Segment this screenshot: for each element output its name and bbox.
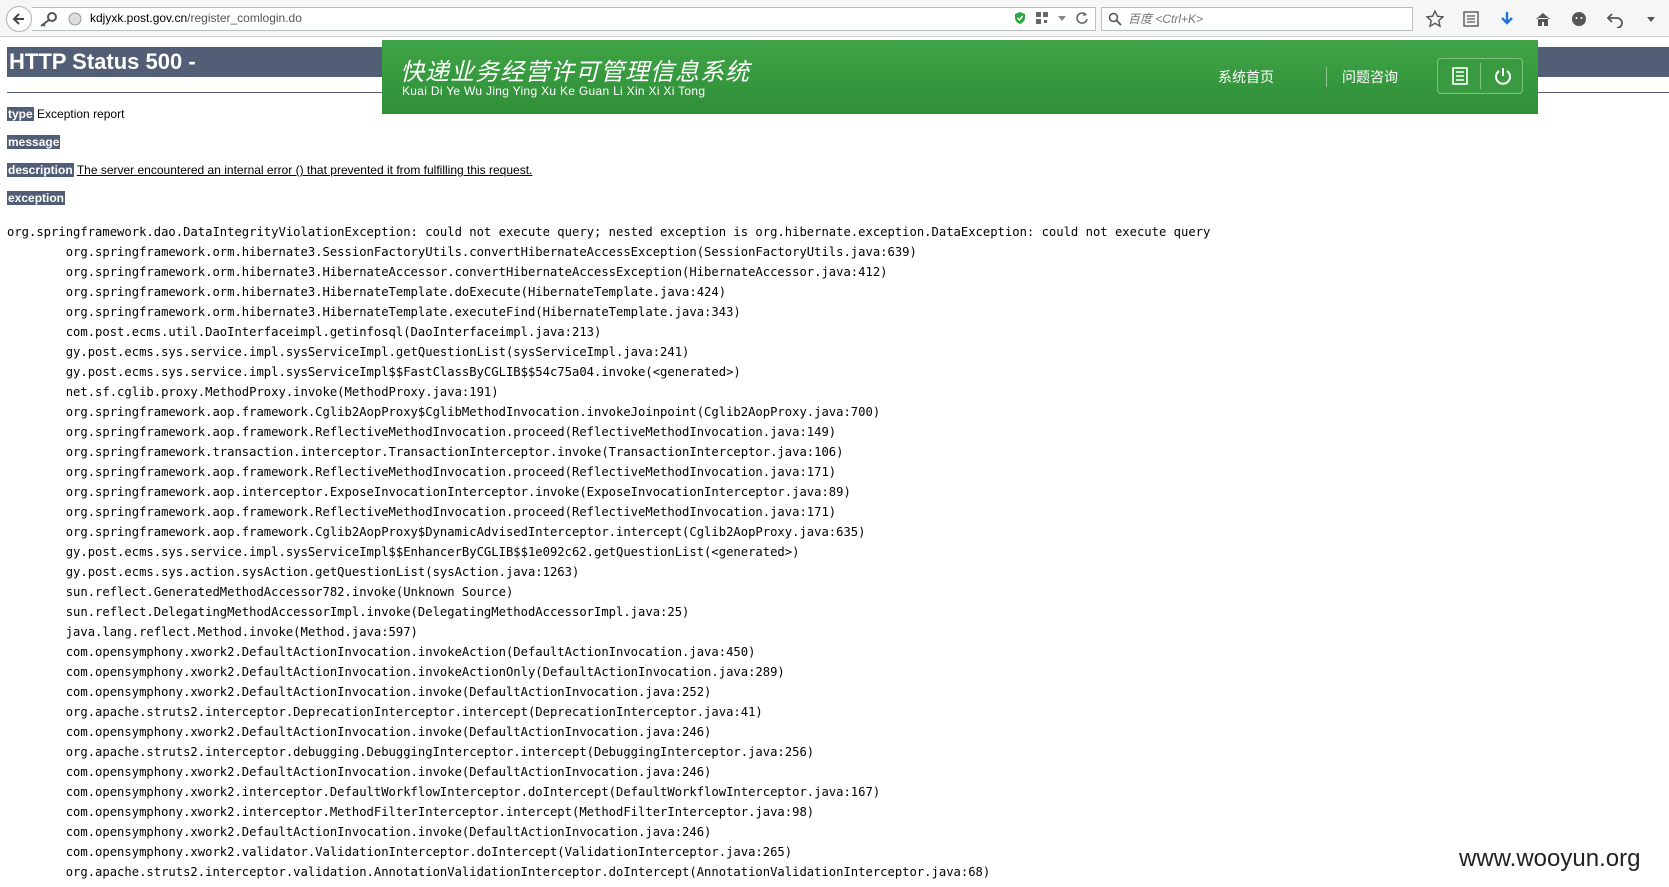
stack-frame-line: org.springframework.aop.framework.Reflec… — [7, 465, 837, 479]
stack-frame-line: org.apache.struts2.interceptor.Deprecati… — [7, 705, 763, 719]
stack-frame-line: org.springframework.orm.hibernate3.Hiber… — [7, 265, 888, 279]
address-bar[interactable]: kdjyxk.post.gov.cn/register_comlogin.do — [32, 7, 1096, 31]
stack-frame-line: com.opensymphony.xwork2.DefaultActionInv… — [7, 685, 712, 699]
stack-frame-line: org.springframework.aop.framework.Cglib2… — [7, 405, 881, 419]
download-icon[interactable] — [1496, 8, 1518, 30]
site-banner: 快递业务经营许可管理信息系统 Kuai Di Ye Wu Jing Ying X… — [382, 40, 1538, 114]
banner-subtitle: Kuai Di Ye Wu Jing Ying Xu Ke Guan Li Xi… — [402, 84, 706, 98]
site-identity-icon[interactable] — [68, 12, 82, 26]
description-value: The server encountered an internal error… — [76, 163, 533, 177]
stack-frame-line: gy.post.ecms.sys.service.impl.sysService… — [7, 365, 741, 379]
type-value: Exception report — [37, 107, 125, 121]
list-icon — [1451, 67, 1468, 85]
browser-toolbar: kdjyxk.post.gov.cn/register_comlogin.do — [0, 0, 1669, 37]
stack-trace: org.springframework.dao.DataIntegrityVio… — [7, 222, 1210, 882]
nav-home-link[interactable]: 系统首页 — [1218, 67, 1274, 87]
stack-frame-line: org.apache.struts2.interceptor.validatio… — [7, 865, 991, 879]
chat-icon[interactable] — [1568, 8, 1590, 30]
menu-dropdown-icon[interactable] — [1640, 8, 1662, 30]
list-button[interactable] — [1438, 59, 1481, 93]
description-label: description — [7, 163, 74, 177]
stack-frame-line: com.opensymphony.xwork2.interceptor.Meth… — [7, 805, 815, 819]
power-icon — [1494, 68, 1511, 85]
type-row: type Exception report — [7, 106, 124, 122]
browser-nav-icons — [1424, 8, 1669, 30]
type-label: type — [7, 107, 34, 121]
back-button[interactable] — [6, 6, 32, 32]
stack-frame-line: com.opensymphony.xwork2.DefaultActionInv… — [7, 765, 712, 779]
message-row: message — [7, 134, 61, 150]
url-path: /register_comlogin.do — [187, 11, 302, 25]
search-icon — [1108, 12, 1122, 26]
stack-frame-line: org.springframework.aop.framework.Cglib2… — [7, 525, 866, 539]
stack-frame-line: com.opensymphony.xwork2.DefaultActionInv… — [7, 645, 756, 659]
stack-frame-line: org.springframework.transaction.intercep… — [7, 445, 844, 459]
stack-frame-line: org.apache.struts2.interceptor.debugging… — [7, 745, 815, 759]
qr-code-icon[interactable] — [1035, 11, 1049, 25]
stack-frame-line: com.opensymphony.xwork2.DefaultActionInv… — [7, 665, 785, 679]
dropdown-icon[interactable] — [1057, 13, 1067, 23]
description-row: description The server encountered an in… — [7, 162, 532, 178]
undo-icon[interactable] — [1604, 8, 1626, 30]
stack-frame-line: com.opensymphony.xwork2.DefaultActionInv… — [7, 725, 712, 739]
stack-frame-line: gy.post.ecms.sys.action.sysAction.getQue… — [7, 565, 580, 579]
nav-separator — [1326, 67, 1327, 87]
search-input[interactable] — [1128, 10, 1408, 28]
watermark: www.wooyun.org — [1459, 845, 1641, 872]
stack-frame-line: net.sf.cglib.proxy.MethodProxy.invoke(Me… — [7, 385, 499, 399]
reload-icon[interactable] — [1075, 11, 1089, 25]
home-icon[interactable] — [1532, 8, 1554, 30]
bookmarks-list-icon[interactable] — [1460, 8, 1482, 30]
stack-frame-line: org.springframework.orm.hibernate3.Hiber… — [7, 285, 727, 299]
url-host: kdjyxk.post.gov.cn — [90, 11, 188, 25]
stack-frame-line: java.lang.reflect.Method.invoke(Method.j… — [7, 625, 418, 639]
exception-line: org.springframework.dao.DataIntegrityVio… — [7, 225, 1211, 239]
stack-frame-line: org.springframework.orm.hibernate3.Sessi… — [7, 245, 917, 259]
stack-frame-line: org.springframework.aop.framework.Reflec… — [7, 505, 837, 519]
banner-title: 快递业务经营许可管理信息系统 — [400, 58, 750, 86]
stack-frame-line: sun.reflect.DelegatingMethodAccessorImpl… — [7, 605, 690, 619]
search-bar[interactable] — [1101, 7, 1413, 31]
exception-row: exception — [7, 190, 66, 206]
stack-frame-line: sun.reflect.GeneratedMethodAccessor782.i… — [7, 585, 514, 599]
logout-button[interactable] — [1481, 59, 1524, 93]
stack-frame-line: com.opensymphony.xwork2.validator.Valida… — [7, 845, 793, 859]
stack-frame-line: org.springframework.orm.hibernate3.Hiber… — [7, 305, 741, 319]
stack-frame-line: com.opensymphony.xwork2.interceptor.Defa… — [7, 785, 881, 799]
stack-frame-line: org.springframework.aop.framework.Reflec… — [7, 425, 837, 439]
stack-frame-line: com.opensymphony.xwork2.DefaultActionInv… — [7, 825, 712, 839]
stack-frame-line: com.post.ecms.util.DaoInterfaceimpl.geti… — [7, 325, 602, 339]
stack-frame-line: org.springframework.aop.interceptor.Expo… — [7, 485, 851, 499]
message-label: message — [7, 135, 61, 149]
shield-icon[interactable] — [1013, 11, 1027, 25]
key-icon — [40, 12, 57, 27]
back-arrow-icon — [12, 13, 24, 25]
stack-frame-line: gy.post.ecms.sys.service.impl.sysService… — [7, 345, 690, 359]
stack-frame-line: gy.post.ecms.sys.service.impl.sysService… — [7, 545, 800, 559]
bookmark-star-icon[interactable] — [1424, 8, 1446, 30]
exception-label: exception — [7, 191, 66, 205]
banner-button-group — [1437, 58, 1523, 94]
nav-question-link[interactable]: 问题咨询 — [1342, 67, 1398, 87]
url-text[interactable]: kdjyxk.post.gov.cn/register_comlogin.do — [90, 11, 302, 25]
